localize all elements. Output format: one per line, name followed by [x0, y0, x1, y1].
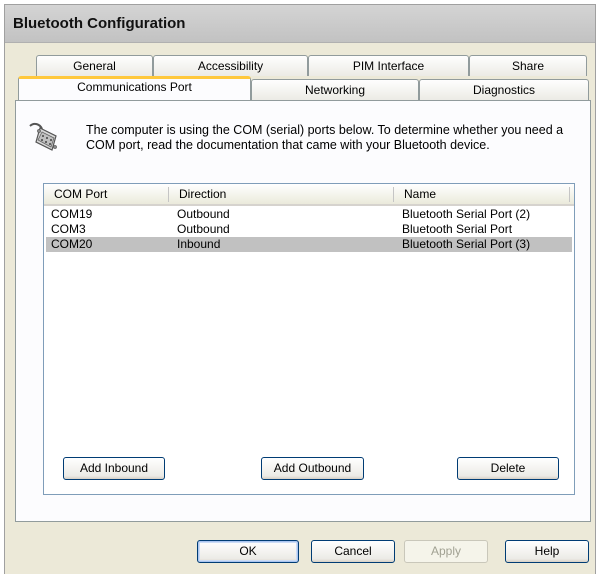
port-cell: COM19 [51, 207, 93, 221]
tab-networking[interactable]: Networking [251, 79, 419, 100]
name-cell: Bluetooth Serial Port [402, 222, 513, 236]
name-cell: Bluetooth Serial Port (2) [402, 207, 531, 221]
title-bar[interactable]: Bluetooth Configuration [5, 5, 595, 43]
column-divider[interactable] [393, 187, 394, 202]
table-row-selected[interactable]: COM20 Inbound Bluetooth Serial Port (3) [46, 237, 572, 252]
delete-button[interactable]: Delete [457, 457, 559, 480]
column-header-direction[interactable]: Direction [179, 187, 226, 201]
port-cell: COM3 [51, 222, 86, 236]
tab-general[interactable]: General [36, 55, 153, 76]
serial-cable-icon [29, 122, 57, 151]
info-text: The computer is using the COM (serial) p… [86, 123, 564, 152]
column-header-com-port[interactable]: COM Port [54, 187, 107, 201]
table-row[interactable]: COM3 Outbound Bluetooth Serial Port [46, 222, 572, 237]
table-row[interactable]: COM19 Outbound Bluetooth Serial Port (2) [46, 207, 572, 222]
column-divider[interactable] [168, 187, 169, 202]
add-outbound-button[interactable]: Add Outbound [261, 457, 364, 480]
window-title: Bluetooth Configuration [13, 15, 186, 32]
add-inbound-button[interactable]: Add Inbound [63, 457, 165, 480]
cancel-button[interactable]: Cancel [311, 540, 395, 563]
apply-button: Apply [404, 540, 488, 563]
name-cell: Bluetooth Serial Port (3) [402, 237, 531, 251]
bluetooth-configuration-dialog: Bluetooth Configuration General Accessib… [4, 4, 596, 574]
help-button[interactable]: Help [505, 540, 589, 563]
port-cell: COM20 [51, 237, 93, 251]
tab-accessibility[interactable]: Accessibility [153, 55, 308, 76]
tab-diagnostics[interactable]: Diagnostics [419, 79, 589, 100]
direction-cell: Inbound [177, 237, 221, 251]
list-header: COM Port Direction Name [44, 184, 574, 206]
ok-button[interactable]: OK [197, 540, 299, 563]
tab-share[interactable]: Share [469, 55, 587, 76]
tab-pim-interface[interactable]: PIM Interface [308, 55, 469, 76]
column-header-name[interactable]: Name [404, 187, 436, 201]
com-port-list[interactable]: COM Port Direction Name COM19 Outbound B… [43, 183, 575, 495]
direction-cell: Outbound [177, 207, 230, 221]
column-divider[interactable] [569, 187, 570, 202]
tab-communications-port[interactable]: Communications Port [18, 76, 251, 100]
communications-port-panel: The computer is using the COM (serial) p… [15, 100, 591, 522]
direction-cell: Outbound [177, 222, 230, 236]
